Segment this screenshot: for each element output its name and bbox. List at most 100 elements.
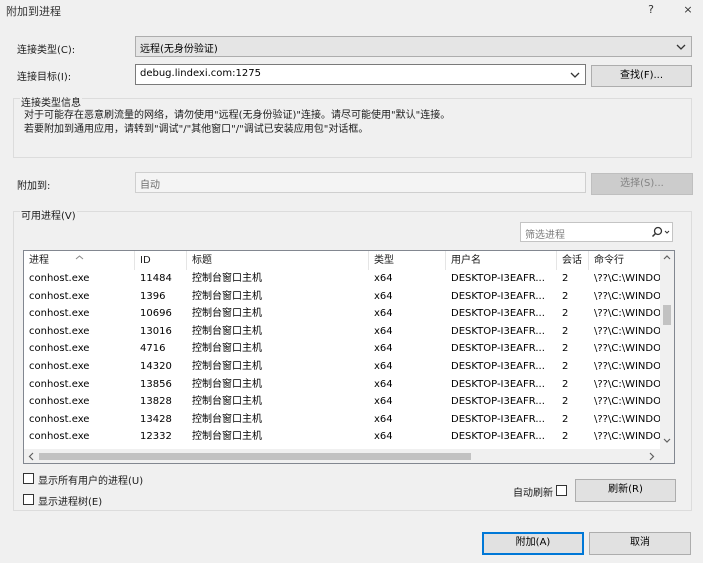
horizontal-scrollbar[interactable] [24, 449, 660, 463]
scroll-right-icon[interactable] [648, 452, 656, 463]
table-row[interactable]: conhost.exe 4716 控制台窗口主机 x64 DESKTOP-I3EAFR.… [24, 340, 660, 358]
column-header-username[interactable]: 用户名 [446, 251, 557, 270]
help-icon[interactable]: ? [641, 2, 661, 18]
chevron-down-icon[interactable] [569, 68, 581, 82]
connection-info-line-1: 对于可能存在恶意刷流量的网络，请勿使用"远程(无身份验证)"连接。请尽可能使用"… [24, 110, 451, 121]
process-type-cell: x64 [374, 396, 393, 408]
process-title-cell: 控制台窗口主机 [192, 343, 262, 355]
process-table[interactable]: 进程 ID 标题 类型 用户名 会话 命令行 conhost.exe 11484 控… [23, 250, 675, 464]
process-session-cell: 2 [562, 413, 569, 425]
process-type-cell: x64 [374, 343, 393, 355]
process-session-cell: 2 [562, 361, 569, 372]
table-row[interactable]: conhost.exe 1396 控制台窗口主机 x64 DESKTOP-I3EAFR.… [24, 288, 660, 306]
connection-target-label: 连接目标(I): [17, 72, 72, 83]
vertical-scrollbar[interactable] [660, 251, 674, 449]
process-command-cell: \??\C:\WINDO [594, 290, 660, 302]
sort-ascending-icon [75, 252, 84, 263]
process-user-cell: DESKTOP-I3EAFR... [451, 396, 545, 408]
attach-to-field: 自动 [135, 172, 586, 193]
process-user-cell: DESKTOP-I3EAFR... [451, 273, 545, 284]
table-row[interactable]: conhost.exe 11484 控制台窗口主机 x64 DESKTOP-I3EAFR… [24, 270, 660, 288]
select-button[interactable]: 选择(S)... [591, 173, 693, 195]
process-type-cell: x64 [374, 413, 393, 425]
process-command-cell: \??\C:\WINDO [594, 396, 660, 408]
process-name-cell: conhost.exe [29, 361, 90, 372]
attach-button[interactable]: 附加(A) [482, 532, 584, 555]
column-header-type[interactable]: 类型 [369, 251, 446, 270]
process-title-cell: 控制台窗口主机 [192, 308, 262, 320]
process-title-cell: 控制台窗口主机 [192, 361, 262, 372]
process-title-cell: 控制台窗口主机 [192, 431, 262, 443]
process-id-cell: 13856 [140, 378, 172, 390]
process-name-cell: conhost.exe [29, 431, 90, 443]
vertical-scroll-thumb[interactable] [663, 305, 671, 325]
process-name-cell: conhost.exe [29, 290, 90, 302]
process-command-cell: \??\C:\WINDO [594, 325, 660, 337]
chevron-down-icon [675, 40, 687, 54]
table-header: 进程 ID 标题 类型 用户名 会话 命令行 [24, 251, 674, 270]
process-command-cell: \??\C:\WINDO [594, 273, 660, 284]
process-title-cell: 控制台窗口主机 [192, 273, 262, 284]
process-title-cell: 控制台窗口主机 [192, 396, 262, 408]
column-header-id[interactable]: ID [135, 251, 187, 270]
table-row[interactable]: conhost.exe 13016 控制台窗口主机 x64 DESKTOP-I3EAFR… [24, 323, 660, 341]
process-name-cell: conhost.exe [29, 396, 90, 408]
find-button[interactable]: 查找(F)... [591, 65, 692, 87]
connection-type-select[interactable]: 远程(无身份验证) [135, 36, 692, 57]
process-name-cell: conhost.exe [29, 308, 90, 320]
show-all-users-label[interactable]: 显示所有用户的进程(U) [38, 472, 143, 487]
cancel-button[interactable]: 取消 [589, 532, 691, 555]
table-row[interactable]: conhost.exe 10696 控制台窗口主机 x64 DESKTOP-I3EAFR… [24, 305, 660, 323]
process-name-cell: conhost.exe [29, 413, 90, 425]
process-session-cell: 2 [562, 325, 569, 337]
close-icon[interactable]: × [678, 2, 698, 18]
process-id-cell: 12332 [140, 431, 172, 443]
scroll-down-icon[interactable] [662, 437, 672, 448]
process-id-cell: 11484 [140, 273, 172, 284]
search-icon[interactable] [651, 226, 671, 242]
process-name-cell: conhost.exe [29, 378, 90, 390]
horizontal-scroll-thumb[interactable] [39, 453, 471, 460]
process-type-cell: x64 [374, 273, 393, 284]
filter-placeholder: 筛选进程 [525, 230, 565, 241]
process-session-cell: 2 [562, 378, 569, 390]
column-header-command-line[interactable]: 命令行 [589, 251, 660, 270]
process-id-cell: 14320 [140, 361, 172, 372]
show-process-tree-checkbox[interactable] [23, 494, 34, 505]
process-command-cell: \??\C:\WINDO [594, 378, 660, 390]
process-session-cell: 2 [562, 431, 569, 443]
refresh-button[interactable]: 刷新(R) [575, 479, 676, 502]
table-row[interactable]: conhost.exe 13428 控制台窗口主机 x64 DESKTOP-I3EAFR… [24, 411, 660, 429]
auto-refresh-checkbox[interactable] [556, 485, 567, 496]
show-process-tree-label[interactable]: 显示进程树(E) [38, 493, 102, 508]
process-command-cell: \??\C:\WINDO [594, 431, 660, 443]
column-header-session[interactable]: 会话 [557, 251, 589, 270]
auto-refresh-label[interactable]: 自动刷新 [513, 484, 553, 499]
process-title-cell: 控制台窗口主机 [192, 413, 262, 425]
table-row[interactable]: conhost.exe 14320 控制台窗口主机 x64 DESKTOP-I3EAFR… [24, 358, 660, 376]
table-row[interactable]: conhost.exe 13828 控制台窗口主机 x64 DESKTOP-I3EAFR… [24, 393, 660, 411]
title-bar: 附加到进程 ? × [0, 0, 703, 20]
process-command-cell: \??\C:\WINDO [594, 343, 660, 355]
process-user-cell: DESKTOP-I3EAFR... [451, 308, 545, 320]
column-header-title[interactable]: 标题 [187, 251, 369, 270]
process-user-cell: DESKTOP-I3EAFR... [451, 325, 545, 337]
scroll-left-icon[interactable] [27, 452, 35, 463]
table-row[interactable]: conhost.exe 13856 控制台窗口主机 x64 DESKTOP-I3EAFR… [24, 376, 660, 394]
connection-info-title: 连接类型信息 [20, 94, 82, 109]
table-row[interactable]: conhost.exe 12332 控制台窗口主机 x64 DESKTOP-I3EAFR… [24, 428, 660, 446]
show-all-users-checkbox[interactable] [23, 473, 34, 484]
connection-target-input[interactable]: debug.lindexi.com:1275 [135, 64, 586, 85]
process-user-cell: DESKTOP-I3EAFR... [451, 413, 545, 425]
process-user-cell: DESKTOP-I3EAFR... [451, 431, 545, 443]
process-id-cell: 13428 [140, 413, 172, 425]
attach-to-value: 自动 [140, 180, 160, 191]
process-command-cell: \??\C:\WINDO [594, 361, 660, 372]
process-title-cell: 控制台窗口主机 [192, 290, 262, 302]
process-user-cell: DESKTOP-I3EAFR... [451, 378, 545, 390]
process-id-cell: 13828 [140, 396, 172, 408]
scroll-up-icon[interactable] [662, 253, 672, 264]
process-name-cell: conhost.exe [29, 343, 90, 355]
window-title: 附加到进程 [6, 5, 61, 18]
filter-input[interactable]: 筛选进程 [520, 222, 673, 242]
